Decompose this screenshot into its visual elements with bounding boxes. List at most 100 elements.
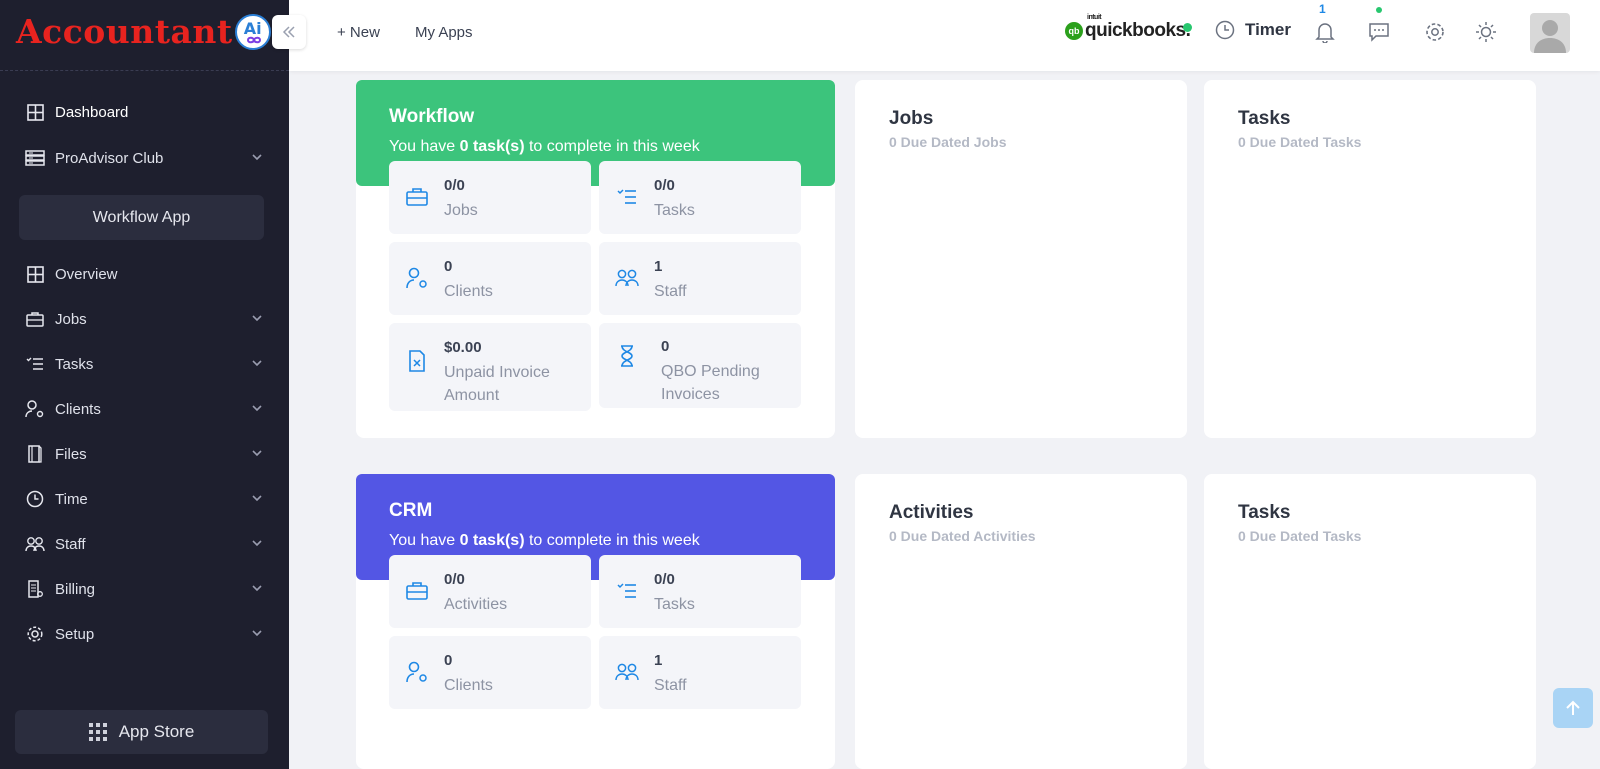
hourglass-icon xyxy=(621,345,633,367)
scroll-to-top-button[interactable] xyxy=(1553,688,1593,728)
sidebar-item-overview[interactable]: Overview xyxy=(0,256,289,292)
chevron-down-icon xyxy=(252,540,262,547)
collapse-sidebar-button[interactable] xyxy=(272,15,306,49)
sun-icon xyxy=(1476,22,1496,42)
sidebar-item-proadvisor-club[interactable]: ProAdvisor Club xyxy=(0,140,289,176)
chevron-down-icon xyxy=(252,405,262,412)
stat-label: Tasks xyxy=(654,202,695,219)
panel-subtitle: 0 Due Dated Tasks xyxy=(1238,134,1362,150)
bell-icon xyxy=(1315,23,1335,43)
book-icon xyxy=(25,444,45,464)
stat-activities[interactable]: 0/0 Activities xyxy=(389,555,591,628)
logo-ai-badge: Ai xyxy=(234,13,271,50)
sidebar-item-label: Time xyxy=(55,490,88,508)
sidebar-item-clients[interactable]: Clients xyxy=(0,391,289,427)
stat-unpaid-invoice[interactable]: $0.00 Unpaid Invoice Amount xyxy=(389,323,591,411)
stat-value: 0/0 xyxy=(654,571,675,588)
stat-label: Clients xyxy=(444,677,493,694)
user-gear-icon xyxy=(406,267,427,289)
briefcase-icon xyxy=(25,309,45,329)
sidebar-item-billing[interactable]: Billing xyxy=(0,571,289,607)
chevron-down-icon xyxy=(252,360,262,367)
chevron-down-icon xyxy=(252,585,262,592)
receipt-icon xyxy=(25,579,45,599)
stat-value: 0/0 xyxy=(654,177,675,194)
sidebar-item-files[interactable]: Files xyxy=(0,436,289,472)
notifications-button[interactable] xyxy=(1313,20,1337,44)
sidebar-item-label: Billing xyxy=(55,580,96,598)
sidebar-item-tasks[interactable]: Tasks xyxy=(0,346,289,382)
workflow-card: Workflow You have 0 task(s) to complete … xyxy=(356,80,835,438)
workflow-subtitle: You have 0 task(s) to complete in this w… xyxy=(389,138,700,156)
stat-staff[interactable]: 1 Staff xyxy=(599,242,801,315)
sidebar-item-setup[interactable]: Setup xyxy=(0,616,289,652)
stat-staff[interactable]: 1 Staff xyxy=(599,636,801,709)
crm-title: CRM xyxy=(389,500,433,521)
list-check-icon xyxy=(25,354,45,374)
workflow-app-button[interactable]: Workflow App xyxy=(19,195,264,240)
chat-button[interactable] xyxy=(1367,20,1391,44)
stat-value: 1 xyxy=(654,652,663,669)
brand-logo[interactable]: Accountant Ai xyxy=(16,12,271,51)
infinity-icon xyxy=(246,36,261,43)
settings-button[interactable] xyxy=(1423,20,1447,44)
chevron-down-icon xyxy=(252,450,262,457)
double-chevron-left-icon xyxy=(282,26,295,38)
stat-label: Jobs xyxy=(444,202,478,219)
panel-subtitle: 0 Due Dated Jobs xyxy=(889,134,1007,150)
intuit-label: intuit xyxy=(1087,14,1102,21)
sidebar-item-label: ProAdvisor Club xyxy=(55,149,164,167)
stat-value: $0.00 xyxy=(444,339,482,356)
quickbooks-status[interactable]: qb intuit quickbooks. xyxy=(1065,14,1191,42)
app-store-button[interactable]: App Store xyxy=(15,710,268,754)
stat-label-line: Invoices xyxy=(661,386,720,403)
chevron-down-icon xyxy=(252,315,262,322)
chat-icon xyxy=(1369,23,1389,42)
subtitle-text: You have xyxy=(389,532,460,549)
app-store-label: App Store xyxy=(118,722,195,741)
panel-title: Activities xyxy=(889,502,974,523)
quickbooks-text: quickbooks. xyxy=(1085,20,1191,41)
stat-tasks[interactable]: 0/0 Tasks xyxy=(599,161,801,234)
stat-qbo-pending[interactable]: 0 QBO Pending Invoices xyxy=(599,323,801,408)
chevron-down-icon xyxy=(252,154,262,161)
gear-icon xyxy=(1426,23,1444,41)
stat-jobs[interactable]: 0/0 Jobs xyxy=(389,161,591,234)
sidebar-item-time[interactable]: Time xyxy=(0,481,289,517)
tasks-panel: Tasks 0 Due Dated Tasks xyxy=(1204,80,1536,438)
task-count: 0 task(s) xyxy=(459,532,525,549)
subtitle-text: to complete in this week xyxy=(524,138,700,155)
chevron-down-icon xyxy=(252,630,262,637)
user-gear-icon xyxy=(25,399,45,419)
invoice-icon xyxy=(409,350,425,372)
sidebar-item-dashboard[interactable]: Dashboard xyxy=(0,94,289,130)
crm-subtitle: You have 0 task(s) to complete in this w… xyxy=(389,532,700,550)
grid-icon xyxy=(25,264,45,284)
user-avatar[interactable] xyxy=(1530,13,1570,53)
sidebar-item-label: Clients xyxy=(55,400,101,418)
sidebar-item-label: Tasks xyxy=(55,355,94,373)
my-apps-link[interactable]: My Apps xyxy=(415,24,473,41)
panel-subtitle: 0 Due Dated Activities xyxy=(889,528,1036,544)
crm-card: CRM You have 0 task(s) to complete in th… xyxy=(356,474,835,769)
sidebar-item-jobs[interactable]: Jobs xyxy=(0,301,289,337)
stat-value: 0/0 xyxy=(444,571,465,588)
sidebar-item-label: Jobs xyxy=(55,310,87,328)
new-button[interactable]: + New xyxy=(337,24,380,41)
users-icon xyxy=(615,663,639,681)
users-icon xyxy=(615,269,639,287)
stat-tasks[interactable]: 0/0 Tasks xyxy=(599,555,801,628)
stat-clients[interactable]: 0 Clients xyxy=(389,636,591,709)
timer-button[interactable]: Timer xyxy=(1215,20,1291,40)
stat-value: 0/0 xyxy=(444,177,465,194)
notification-count-badge: 1 xyxy=(1319,2,1326,16)
stat-clients[interactable]: 0 Clients xyxy=(389,242,591,315)
stat-label: Tasks xyxy=(654,596,695,613)
user-silhouette-icon xyxy=(1534,20,1566,53)
theme-toggle-button[interactable] xyxy=(1474,20,1498,44)
stat-label-line: QBO Pending xyxy=(661,363,760,380)
panel-title: Jobs xyxy=(889,108,934,129)
activities-panel: Activities 0 Due Dated Activities xyxy=(855,474,1187,769)
sidebar-item-staff[interactable]: Staff xyxy=(0,526,289,562)
quickbooks-label: intuit quickbooks. xyxy=(1085,14,1191,42)
